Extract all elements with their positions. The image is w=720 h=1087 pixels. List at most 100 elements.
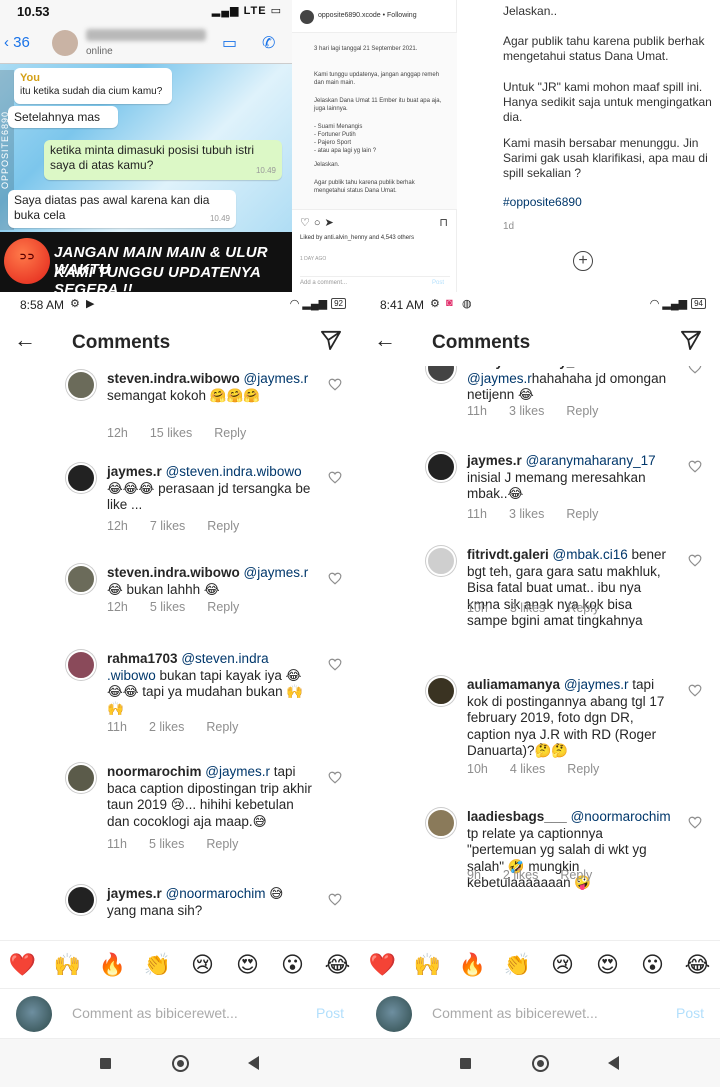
commenter-avatar[interactable] xyxy=(66,763,96,793)
comment-username[interactable]: jaymes.r xyxy=(107,886,162,901)
comment-likes[interactable]: 5 likes xyxy=(150,600,185,614)
post-username[interactable]: opposite6890.xcode • Following xyxy=(318,12,417,19)
wa-message-sent[interactable]: ketika minta dimasuki posisi tubuh istri… xyxy=(44,140,282,180)
comments-list[interactable]: aranymaharany_17 @jaymes.rhahahaha jd om… xyxy=(360,366,720,940)
heart-icon[interactable] xyxy=(328,893,342,906)
emoji-reaction-button[interactable]: 🔥 xyxy=(455,952,491,978)
comment-username[interactable]: fitrivdt.galeri xyxy=(467,547,549,562)
commenter-avatar[interactable] xyxy=(426,452,456,482)
commenter-avatar[interactable] xyxy=(66,463,96,493)
back-arrow-icon[interactable]: ← xyxy=(14,329,36,351)
comment-mention[interactable]: @aranymaharany_17 xyxy=(526,453,656,468)
heart-icon[interactable] xyxy=(688,366,702,374)
send-icon[interactable] xyxy=(680,330,702,350)
comment-likes[interactable]: 4 likes xyxy=(510,762,545,776)
reply-button[interactable]: Reply xyxy=(206,837,238,851)
comment-mention[interactable]: @jaymes.r xyxy=(467,371,532,386)
emoji-reaction-button[interactable]: 😮 xyxy=(635,952,671,978)
comment-input[interactable]: Comment as bibicerewet... xyxy=(72,1005,238,1021)
commenter-avatar[interactable] xyxy=(426,676,456,706)
add-circle-icon[interactable]: + xyxy=(573,251,593,271)
commenter-avatar[interactable] xyxy=(426,366,456,383)
home-icon[interactable] xyxy=(172,1055,189,1072)
reply-button[interactable]: Reply xyxy=(567,762,599,776)
emoji-reaction-button[interactable]: 😍 xyxy=(590,952,626,978)
comment-mention[interactable]: @jaymes.r xyxy=(564,677,629,692)
reply-button[interactable]: Reply xyxy=(566,404,598,418)
wa-message[interactable]: Saya diatas pas awal karena kan dia buka… xyxy=(8,190,236,228)
emoji-reaction-button[interactable]: ❤️ xyxy=(5,952,41,978)
comment-mention[interactable]: @jaymes.r xyxy=(244,565,309,580)
home-icon[interactable] xyxy=(532,1055,549,1072)
comment-username[interactable]: noormarochim xyxy=(107,764,202,779)
comment-username[interactable]: rahma1703 xyxy=(107,651,178,666)
post-button[interactable]: Post xyxy=(316,1005,344,1021)
reply-button[interactable]: Reply xyxy=(207,600,239,614)
heart-icon[interactable] xyxy=(328,771,342,784)
emoji-reaction-button[interactable]: 👏 xyxy=(140,952,176,978)
comment-mention[interactable]: @jaymes.r xyxy=(205,764,270,779)
reply-button[interactable]: Reply xyxy=(207,519,239,533)
emoji-reaction-button[interactable]: 🙌 xyxy=(410,952,446,978)
bookmark-icon[interactable]: ⊓ xyxy=(439,216,448,229)
wa-quoted-message[interactable]: You itu ketika sudah dia cium kamu? xyxy=(14,68,172,104)
emoji-reaction-button[interactable]: 😂 xyxy=(320,952,356,978)
back-arrow-icon[interactable]: ← xyxy=(374,329,396,351)
emoji-reaction-button[interactable]: 👏 xyxy=(500,952,536,978)
wa-contact-avatar[interactable] xyxy=(52,30,78,56)
send-icon[interactable] xyxy=(320,330,342,350)
emoji-reaction-button[interactable]: 🔥 xyxy=(95,952,131,978)
comment-likes[interactable]: 3 likes xyxy=(510,601,545,615)
heart-icon[interactable] xyxy=(328,471,342,484)
emoji-reaction-button[interactable]: 😍 xyxy=(230,952,266,978)
caption-hashtag[interactable]: #opposite6890 xyxy=(503,195,715,210)
comment-likes[interactable]: 7 likes xyxy=(150,519,185,533)
reply-button[interactable]: Reply xyxy=(214,426,246,440)
comment-likes[interactable]: 15 likes xyxy=(150,426,192,440)
reply-button[interactable]: Reply xyxy=(567,601,599,615)
back-icon[interactable] xyxy=(248,1056,259,1070)
comment-username[interactable]: steven.indra.wibowo xyxy=(107,371,240,386)
commenter-avatar[interactable] xyxy=(66,650,96,680)
heart-icon[interactable] xyxy=(688,684,702,697)
heart-icon[interactable] xyxy=(688,816,702,829)
commenter-avatar[interactable] xyxy=(66,885,96,915)
heart-icon[interactable] xyxy=(328,572,342,585)
comment-likes[interactable]: 3 likes xyxy=(509,404,544,418)
emoji-reaction-button[interactable]: 😂 xyxy=(680,952,716,978)
comment-username[interactable]: aranymaharany_17 xyxy=(467,366,589,369)
commenter-avatar[interactable] xyxy=(426,808,456,838)
heart-icon[interactable] xyxy=(688,460,702,473)
heart-icon[interactable] xyxy=(328,378,342,391)
phone-icon[interactable]: ✆ xyxy=(262,33,275,53)
commenter-avatar[interactable] xyxy=(66,564,96,594)
post-button[interactable]: Post xyxy=(676,1005,704,1021)
post-add-comment[interactable]: Add a comment... Post xyxy=(300,276,450,286)
recents-icon[interactable] xyxy=(100,1058,111,1069)
comment-input[interactable]: Comment as bibicerewet... xyxy=(432,1005,598,1021)
commenter-avatar[interactable] xyxy=(426,546,456,576)
comment-mention[interactable]: @noormarochim xyxy=(571,809,671,824)
emoji-reaction-button[interactable]: ❤️ xyxy=(365,952,401,978)
post-avatar[interactable] xyxy=(300,10,314,24)
comment-icon[interactable]: ○ xyxy=(314,217,325,229)
wa-message[interactable]: Setelahnya mas xyxy=(8,106,118,128)
recents-icon[interactable] xyxy=(460,1058,471,1069)
comments-list[interactable]: steven.indra.wibowo @jaymes.r semangat k… xyxy=(0,366,360,940)
comment-likes[interactable]: 5 likes xyxy=(149,837,184,851)
comment-mention[interactable]: @jaymes.r xyxy=(244,371,309,386)
comment-likes[interactable]: 2 likes xyxy=(503,868,538,882)
comment-username[interactable]: laadiesbags___ xyxy=(467,809,567,824)
post-liked-by[interactable]: Liked by anti.alvin_henny and 4,543 othe… xyxy=(300,234,414,242)
heart-icon[interactable] xyxy=(328,658,342,671)
comment-username[interactable]: jaymes.r xyxy=(107,464,162,479)
reply-button[interactable]: Reply xyxy=(560,868,592,882)
emoji-reaction-button[interactable]: 😢 xyxy=(185,952,221,978)
reply-button[interactable]: Reply xyxy=(206,720,238,734)
emoji-reaction-button[interactable]: 😮 xyxy=(275,952,311,978)
reply-button[interactable]: Reply xyxy=(566,507,598,521)
emoji-reaction-button[interactable]: 🙌 xyxy=(50,952,86,978)
heart-icon[interactable]: ♡ xyxy=(300,217,314,229)
wa-back-button[interactable]: ‹ 36 xyxy=(4,34,30,51)
comment-username[interactable]: jaymes.r xyxy=(467,453,522,468)
